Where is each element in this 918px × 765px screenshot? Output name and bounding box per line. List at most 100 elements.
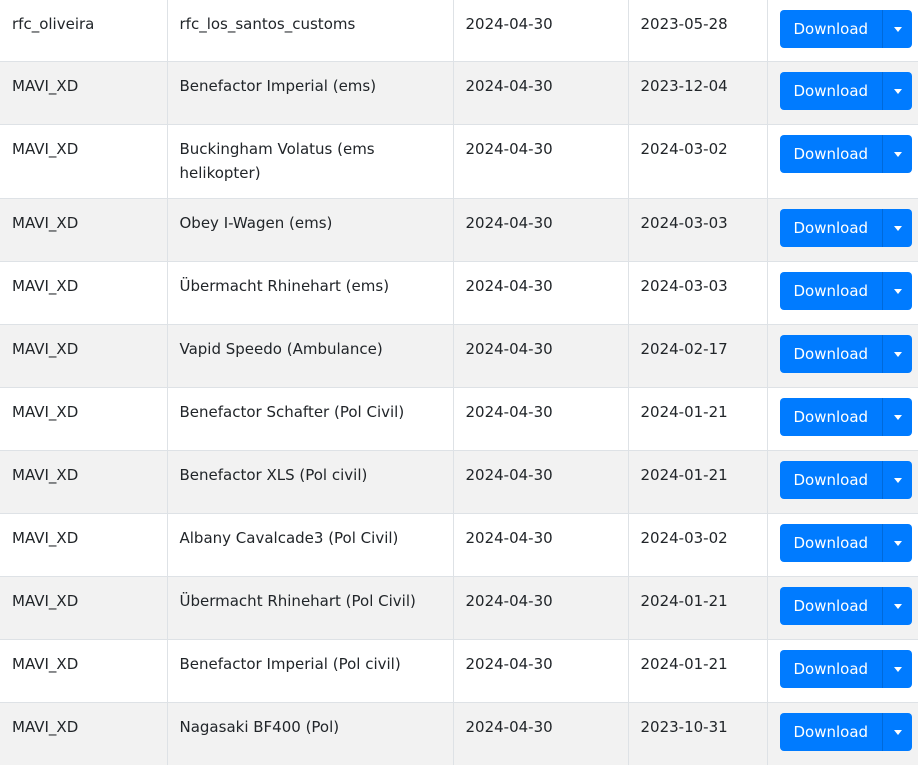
action-cell: Download	[767, 199, 918, 262]
resource-name-cell: Benefactor XLS (Pol civil)	[167, 451, 453, 514]
updated-date: 2024-04-30	[466, 340, 553, 358]
caret-down-icon	[894, 415, 902, 420]
download-dropdown-toggle[interactable]	[883, 10, 912, 48]
download-button[interactable]: Download	[780, 461, 884, 499]
download-dropdown-toggle[interactable]	[883, 135, 912, 173]
author-cell: MAVI_XD	[0, 514, 167, 577]
caret-down-icon	[894, 541, 902, 546]
resource-name-cell: Benefactor Schafter (Pol Civil)	[167, 388, 453, 451]
resource-name: rfc_los_santos_customs	[180, 15, 356, 33]
created-date-cell: 2024-02-17	[628, 325, 767, 388]
created-date-cell: 2024-01-21	[628, 451, 767, 514]
table-row: MAVI_XD Benefactor Imperial (Pol civil) …	[0, 640, 918, 703]
table-row: MAVI_XD Benefactor XLS (Pol civil) 2024-…	[0, 451, 918, 514]
created-date-cell: 2023-12-04	[628, 62, 767, 125]
resource-name: Benefactor Imperial (Pol civil)	[180, 655, 401, 673]
download-dropdown-toggle[interactable]	[883, 335, 912, 373]
created-date: 2024-02-17	[641, 340, 728, 358]
resource-name: Albany Cavalcade3 (Pol Civil)	[180, 529, 399, 547]
download-button[interactable]: Download	[780, 398, 884, 436]
caret-down-icon	[894, 289, 902, 294]
download-button[interactable]: Download	[780, 72, 884, 110]
action-cell: Download	[767, 0, 918, 62]
resource-name-cell: rfc_los_santos_customs	[167, 0, 453, 62]
caret-down-icon	[894, 667, 902, 672]
resource-name-cell: Übermacht Rhinehart (ems)	[167, 262, 453, 325]
action-cell: Download	[767, 514, 918, 577]
downloads-table: rfc_oliveira rfc_los_santos_customs 2024…	[0, 0, 918, 765]
updated-date: 2024-04-30	[466, 466, 553, 484]
resource-name-cell: Vapid Speedo (Ambulance)	[167, 325, 453, 388]
updated-date: 2024-04-30	[466, 15, 553, 33]
author-cell: MAVI_XD	[0, 388, 167, 451]
created-date-cell: 2024-03-02	[628, 514, 767, 577]
download-button[interactable]: Download	[780, 135, 884, 173]
updated-date: 2024-04-30	[466, 140, 553, 158]
download-dropdown-toggle[interactable]	[883, 272, 912, 310]
created-date-cell: 2023-05-28	[628, 0, 767, 62]
resource-name: Buckingham Volatus (ems helikopter)	[180, 140, 375, 182]
updated-date-cell: 2024-04-30	[453, 703, 628, 765]
author-name: MAVI_XD	[12, 140, 78, 158]
download-dropdown-toggle[interactable]	[883, 209, 912, 247]
download-dropdown-toggle[interactable]	[883, 72, 912, 110]
download-button[interactable]: Download	[780, 587, 884, 625]
created-date: 2024-01-21	[641, 655, 728, 673]
author-cell: MAVI_XD	[0, 640, 167, 703]
updated-date: 2024-04-30	[466, 214, 553, 232]
author-cell: MAVI_XD	[0, 451, 167, 514]
download-dropdown-toggle[interactable]	[883, 524, 912, 562]
table-row: MAVI_XD Übermacht Rhinehart (ems) 2024-0…	[0, 262, 918, 325]
updated-date-cell: 2024-04-30	[453, 451, 628, 514]
download-dropdown-toggle[interactable]	[883, 461, 912, 499]
table-row: MAVI_XD Vapid Speedo (Ambulance) 2024-04…	[0, 325, 918, 388]
caret-down-icon	[894, 730, 902, 735]
action-cell: Download	[767, 388, 918, 451]
created-date-cell: 2024-03-03	[628, 262, 767, 325]
updated-date-cell: 2024-04-30	[453, 325, 628, 388]
updated-date-cell: 2024-04-30	[453, 125, 628, 199]
download-button-group: Download	[780, 524, 913, 562]
caret-down-icon	[894, 152, 902, 157]
created-date: 2024-01-21	[641, 592, 728, 610]
action-cell: Download	[767, 325, 918, 388]
download-button[interactable]: Download	[780, 335, 884, 373]
updated-date: 2024-04-30	[466, 655, 553, 673]
created-date-cell: 2023-10-31	[628, 703, 767, 765]
updated-date-cell: 2024-04-30	[453, 577, 628, 640]
author-cell: MAVI_XD	[0, 199, 167, 262]
table-row: MAVI_XD Obey I-Wagen (ems) 2024-04-30 20…	[0, 199, 918, 262]
action-cell: Download	[767, 640, 918, 703]
download-dropdown-toggle[interactable]	[883, 587, 912, 625]
created-date: 2023-10-31	[641, 718, 728, 736]
action-cell: Download	[767, 125, 918, 199]
updated-date-cell: 2024-04-30	[453, 0, 628, 62]
download-button[interactable]: Download	[780, 524, 884, 562]
download-dropdown-toggle[interactable]	[883, 713, 912, 751]
table-row: MAVI_XD Benefactor Schafter (Pol Civil) …	[0, 388, 918, 451]
download-button[interactable]: Download	[780, 209, 884, 247]
download-dropdown-toggle[interactable]	[883, 650, 912, 688]
updated-date: 2024-04-30	[466, 277, 553, 295]
updated-date: 2024-04-30	[466, 718, 553, 736]
download-button-group: Download	[780, 209, 913, 247]
download-button[interactable]: Download	[780, 650, 884, 688]
download-dropdown-toggle[interactable]	[883, 398, 912, 436]
author-name: MAVI_XD	[12, 403, 78, 421]
download-button[interactable]: Download	[780, 10, 884, 48]
download-button[interactable]: Download	[780, 272, 884, 310]
created-date-cell: 2024-01-21	[628, 577, 767, 640]
updated-date-cell: 2024-04-30	[453, 640, 628, 703]
resource-name: Benefactor Imperial (ems)	[180, 77, 377, 95]
updated-date: 2024-04-30	[466, 403, 553, 421]
download-button-group: Download	[780, 398, 913, 436]
author-cell: MAVI_XD	[0, 577, 167, 640]
created-date: 2024-03-03	[641, 277, 728, 295]
resource-name: Übermacht Rhinehart (Pol Civil)	[180, 592, 416, 610]
resource-name-cell: Obey I-Wagen (ems)	[167, 199, 453, 262]
author-name: MAVI_XD	[12, 340, 78, 358]
download-button[interactable]: Download	[780, 713, 884, 751]
download-button-group: Download	[780, 135, 913, 173]
created-date: 2023-05-28	[641, 15, 728, 33]
download-button-group: Download	[780, 713, 913, 751]
